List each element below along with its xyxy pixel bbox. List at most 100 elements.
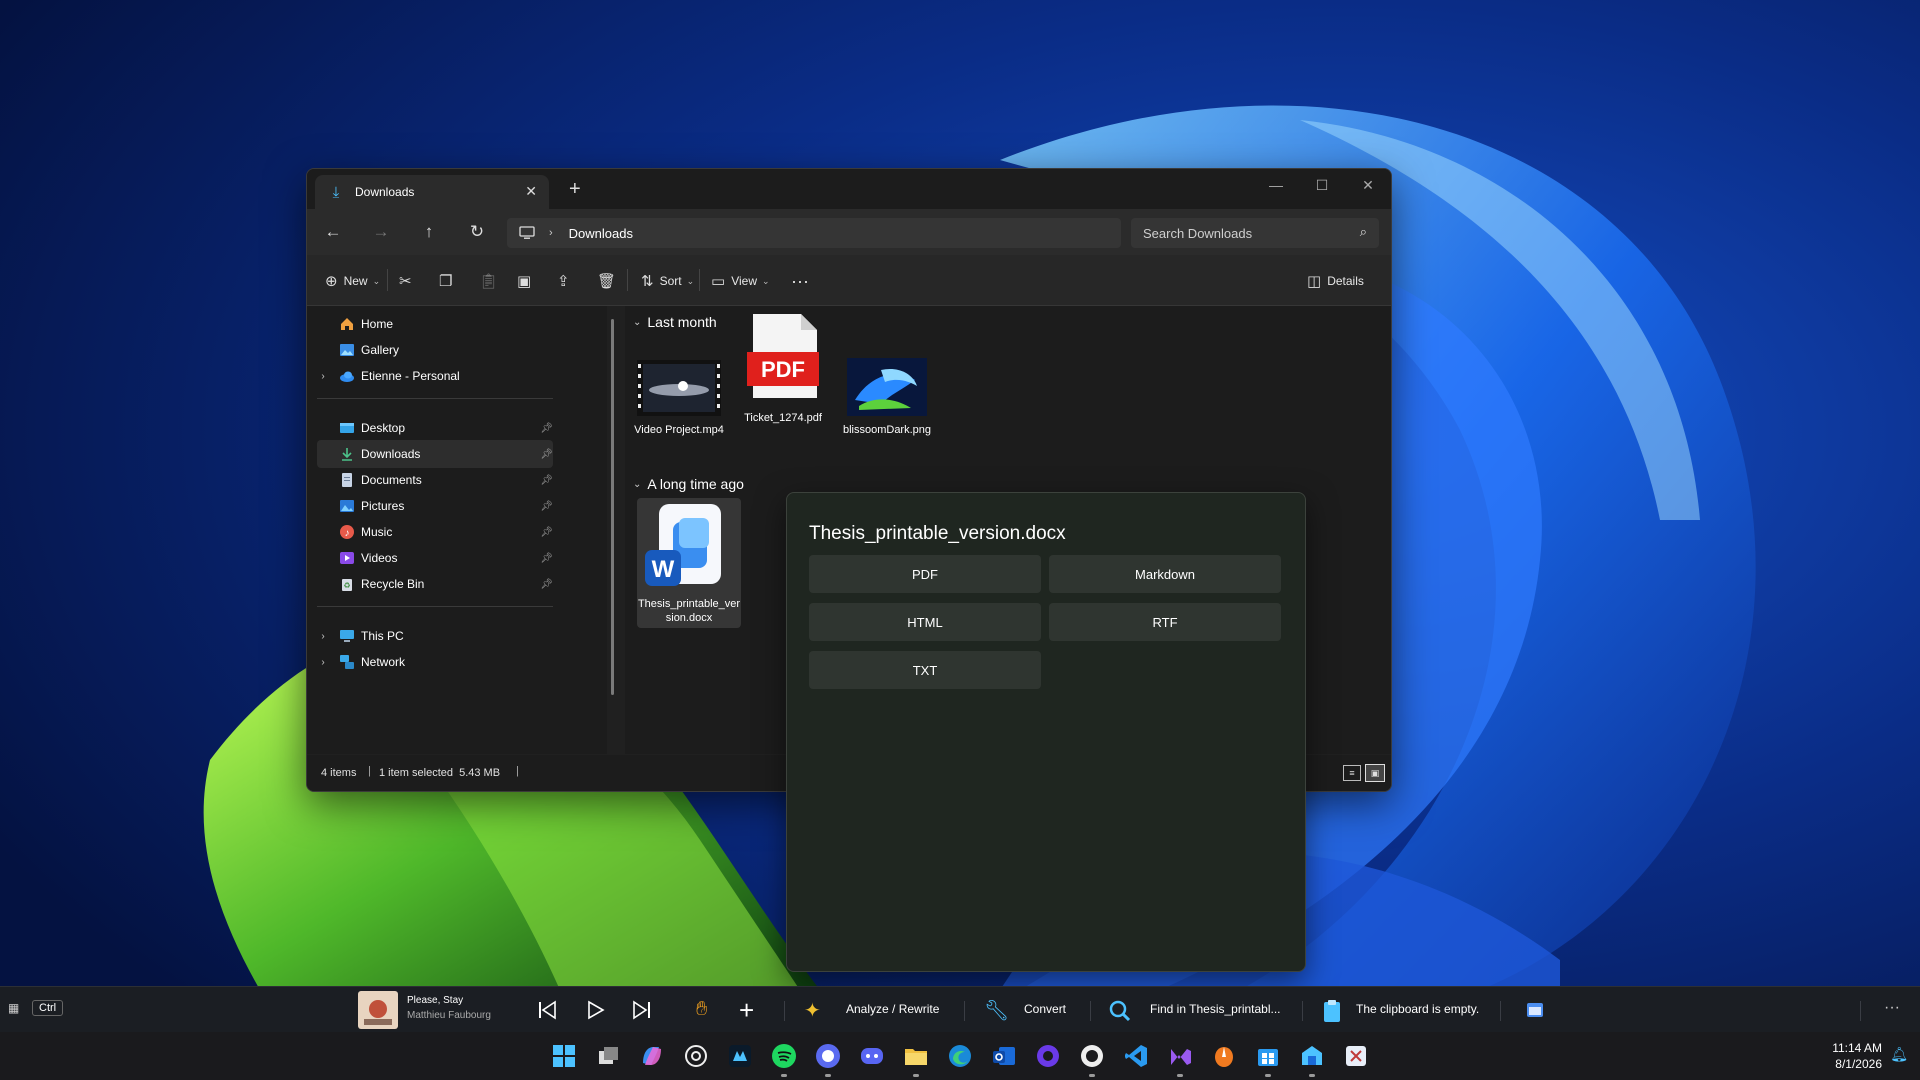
sidebar-item-pictures[interactable]: Pictures 📌︎ <box>317 492 553 520</box>
video-thumbnail-icon <box>637 360 721 416</box>
paste-button[interactable]: 📋︎ <box>479 271 504 291</box>
github-icon[interactable] <box>1076 1040 1108 1072</box>
pin-icon[interactable]: 📌︎ <box>540 579 553 590</box>
edge-icon[interactable] <box>944 1040 976 1072</box>
tab-downloads[interactable]: ⤓ Downloads ✕ <box>315 175 549 209</box>
sidebar-scrollbar[interactable] <box>611 319 614 695</box>
view-icon: ▭ <box>711 273 726 290</box>
group-header-long-time-ago[interactable]: ⌄ A long time ago <box>633 476 744 492</box>
pin-icon[interactable]: 📌︎ <box>540 423 553 434</box>
task-view-icon[interactable] <box>592 1040 624 1072</box>
game-app-icon[interactable] <box>724 1040 756 1072</box>
convert-button[interactable]: Convert <box>1024 1002 1066 1016</box>
vscode-icon[interactable] <box>1120 1040 1152 1072</box>
sidebar-item-onedrive[interactable]: › Etienne - Personal <box>317 362 553 390</box>
details-button[interactable]: ◫ Details <box>1307 271 1364 291</box>
gallery-icon <box>340 344 354 356</box>
snipping-tool-icon[interactable] <box>1340 1040 1372 1072</box>
search-icon <box>1109 1000 1131 1022</box>
sidebar-item-network[interactable]: › Network <box>317 648 553 676</box>
sidebar-item-downloads[interactable]: Downloads 📌︎ <box>317 440 553 468</box>
sidebar-item-this-pc[interactable]: › This PC <box>317 622 553 650</box>
system-clock[interactable]: 11:14 AM 8/1/2026 <box>1832 1040 1882 1072</box>
convert-txt-button[interactable]: TXT <box>809 651 1041 689</box>
pin-icon[interactable]: 📌︎ <box>540 449 553 460</box>
convert-pdf-button[interactable]: PDF <box>809 555 1041 593</box>
chevron-right-icon[interactable]: › <box>317 371 329 382</box>
convert-html-button[interactable]: HTML <box>809 603 1041 641</box>
file-item-png[interactable]: blissoomDark.png <box>841 340 933 437</box>
fl-studio-icon[interactable] <box>1208 1040 1240 1072</box>
next-track-icon[interactable] <box>631 999 653 1021</box>
cut-button[interactable]: ✂ <box>399 271 418 291</box>
pin-icon[interactable]: 📌︎ <box>540 501 553 512</box>
minimize-icon[interactable]: — <box>1261 177 1291 193</box>
sidebar-item-desktop[interactable]: Desktop 📌︎ <box>317 414 553 442</box>
chatgpt-icon[interactable] <box>680 1040 712 1072</box>
pin-icon[interactable]: 📌︎ <box>540 475 553 486</box>
command-toolbar: ▦ Ctrl Please, Stay Matthieu Faubourg ✋︎… <box>0 986 1920 1033</box>
more-options-icon[interactable]: ··· <box>1884 999 1900 1017</box>
more-options-icon[interactable]: ··· <box>791 271 809 291</box>
apps-grid-icon[interactable]: ▦ <box>8 1001 19 1015</box>
app-icon[interactable] <box>1032 1040 1064 1072</box>
file-item-pdf[interactable]: PDF Ticket_1274.pdf <box>737 314 829 425</box>
pin-icon[interactable]: 📌︎ <box>540 527 553 538</box>
new-tab-icon[interactable]: + <box>569 179 581 199</box>
find-in-document-button[interactable]: Find in Thesis_printabl... <box>1150 1002 1281 1016</box>
rename-button[interactable]: ▣ <box>517 271 537 291</box>
album-art[interactable] <box>358 991 398 1029</box>
address-box[interactable]: › Downloads <box>507 218 1121 248</box>
start-icon[interactable] <box>548 1040 580 1072</box>
delete-button[interactable]: 🗑︎ <box>597 271 622 291</box>
breadcrumb-current[interactable]: Downloads <box>569 226 633 241</box>
tile-view-icon[interactable]: ▣ <box>1365 764 1385 782</box>
copilot-icon[interactable] <box>636 1040 668 1072</box>
sidebar-item-videos[interactable]: Videos 📌︎ <box>317 544 553 572</box>
convert-markdown-button[interactable]: Markdown <box>1049 555 1281 593</box>
new-button[interactable]: ⊕ New ⌄ <box>325 271 380 291</box>
forward-icon[interactable]: → <box>369 221 393 243</box>
discord-icon[interactable] <box>856 1040 888 1072</box>
microsoft-store-icon[interactable] <box>1252 1040 1284 1072</box>
search-input[interactable]: Search Downloads ⌕ <box>1131 218 1379 248</box>
file-item-video[interactable]: Video Project.mp4 <box>633 340 725 437</box>
up-icon[interactable]: ↑ <box>417 221 441 243</box>
notification-bell-icon[interactable]: 🔔︎ <box>1890 1046 1908 1063</box>
chevron-right-icon[interactable]: › <box>317 631 329 642</box>
close-window-icon[interactable]: ✕ <box>1353 177 1383 194</box>
chevron-right-icon[interactable]: › <box>317 657 329 668</box>
list-view-icon[interactable]: ≡ <box>1343 765 1361 781</box>
messenger-icon[interactable] <box>812 1040 844 1072</box>
sidebar-item-music[interactable]: ♪ Music 📌︎ <box>317 518 553 546</box>
file-item-docx[interactable]: W Thesis_printable_version.docx <box>637 498 741 628</box>
back-icon[interactable]: ← <box>321 221 345 243</box>
file-explorer-icon[interactable] <box>900 1040 932 1072</box>
convert-rtf-button[interactable]: RTF <box>1049 603 1281 641</box>
view-button[interactable]: ▭ View ⌄ <box>711 271 770 291</box>
add-icon[interactable]: + <box>739 995 754 1026</box>
visual-studio-icon[interactable] <box>1164 1040 1196 1072</box>
outlook-icon[interactable] <box>988 1040 1020 1072</box>
pin-icon[interactable]: 📌︎ <box>540 553 553 564</box>
previous-track-icon[interactable] <box>536 999 558 1021</box>
close-tab-icon[interactable]: ✕ <box>525 183 537 200</box>
share-button[interactable]: ⇪ <box>557 271 576 291</box>
calendar-icon[interactable] <box>1526 1001 1544 1019</box>
spotify-icon[interactable] <box>768 1040 800 1072</box>
play-icon[interactable] <box>584 999 606 1021</box>
sidebar-item-home[interactable]: Home <box>317 310 553 338</box>
maximize-icon[interactable]: ☐ <box>1307 177 1337 194</box>
analyze-rewrite-button[interactable]: Analyze / Rewrite <box>846 1002 939 1016</box>
group-header-last-month[interactable]: ⌄ Last month <box>633 314 717 330</box>
sidebar-item-documents[interactable]: Documents 📌︎ <box>317 466 553 494</box>
hand-icon[interactable]: ✋︎ <box>696 998 707 1021</box>
copy-button[interactable]: ❐ <box>439 271 458 291</box>
sidebar-item-gallery[interactable]: Gallery <box>317 336 553 364</box>
refresh-icon[interactable]: ↻ <box>465 221 489 243</box>
store-app-icon[interactable] <box>1296 1040 1328 1072</box>
taskbar: 11:14 AM 8/1/2026 🔔︎ <box>0 1032 1920 1080</box>
sort-button[interactable]: ⇅ Sort ⌄ <box>641 271 694 291</box>
sidebar-item-recycle-bin[interactable]: ♻ Recycle Bin 📌︎ <box>317 570 553 598</box>
command-bar: ⊕ New ⌄ ✂ ❐ 📋︎ ▣ ⇪ 🗑︎ ⇅ Sort ⌄ ▭ View ⌄ … <box>307 255 1391 306</box>
